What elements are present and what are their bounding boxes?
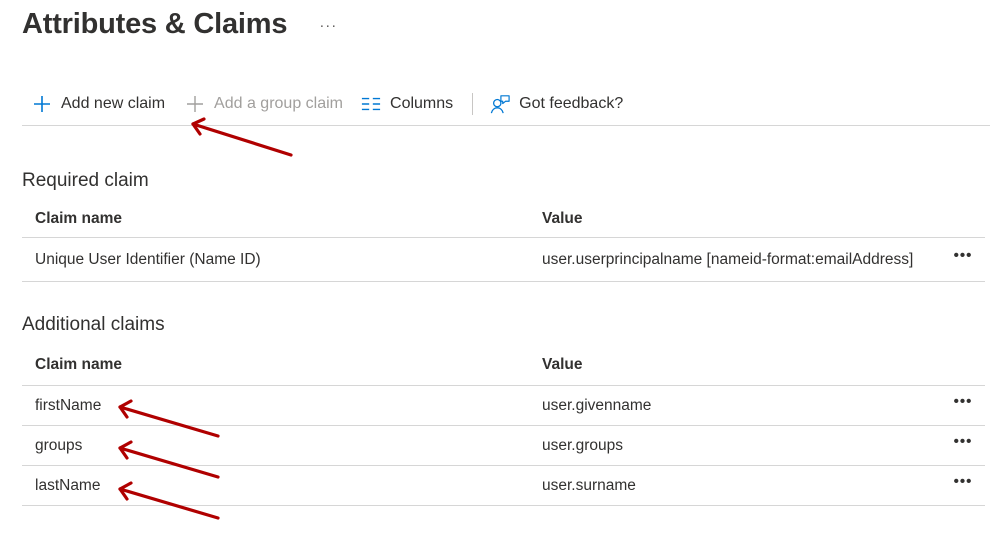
add-group-claim-button[interactable]: Add a group claim xyxy=(177,88,351,120)
claim-value-cell: user.userprincipalname [nameid-format:em… xyxy=(542,250,914,268)
row-more-options-icon[interactable]: ••• xyxy=(950,466,976,505)
column-header-claim-name[interactable]: Claim name xyxy=(35,200,122,237)
claim-value-cell: user.surname xyxy=(542,476,636,494)
row-more-options-icon[interactable]: ••• xyxy=(950,426,976,465)
column-header-value[interactable]: Value xyxy=(542,200,583,237)
table-row[interactable]: lastName user.surname ••• xyxy=(22,466,985,506)
additional-claims-heading: Additional claims xyxy=(22,314,165,335)
grid-header-row: Claim name Value xyxy=(22,345,985,386)
columns-icon xyxy=(361,94,381,114)
table-row[interactable]: groups user.groups ••• xyxy=(22,426,985,466)
grid-header-row: Claim name Value xyxy=(22,200,985,238)
table-row[interactable]: Unique User Identifier (Name ID) user.us… xyxy=(22,238,985,282)
feedback-icon xyxy=(490,94,510,114)
row-more-options-icon[interactable]: ••• xyxy=(950,238,976,281)
page-header: Attributes & Claims ··· xyxy=(22,8,337,41)
column-header-value[interactable]: Value xyxy=(542,345,583,385)
claim-value-cell: user.givenname xyxy=(542,396,652,414)
add-new-claim-label: Add new claim xyxy=(61,94,166,112)
got-feedback-button[interactable]: Got feedback? xyxy=(482,88,631,120)
claim-name-cell[interactable]: groups xyxy=(35,426,82,465)
column-header-claim-name[interactable]: Claim name xyxy=(35,345,122,385)
add-group-claim-label: Add a group claim xyxy=(214,94,344,112)
claim-name-cell[interactable]: firstName xyxy=(35,386,101,425)
plus-icon xyxy=(185,94,205,114)
command-bar: Add new claim Add a group claim Columns … xyxy=(22,82,990,126)
plus-icon xyxy=(32,94,52,114)
claim-name-cell[interactable]: lastName xyxy=(35,466,100,505)
table-row[interactable]: firstName user.givenname ••• xyxy=(22,386,985,426)
columns-button[interactable]: Columns xyxy=(353,88,461,120)
row-more-options-icon[interactable]: ••• xyxy=(950,386,976,425)
claim-name-cell[interactable]: Unique User Identifier (Name ID) xyxy=(35,238,261,281)
page-title: Attributes & Claims xyxy=(22,8,288,40)
columns-label: Columns xyxy=(390,94,454,112)
toolbar-divider xyxy=(472,92,474,115)
required-claim-grid: Claim name Value Unique User Identifier … xyxy=(22,200,985,282)
additional-claims-grid: Claim name Value firstName user.givennam… xyxy=(22,345,985,506)
more-options-icon[interactable]: ··· xyxy=(319,17,337,34)
required-claim-heading: Required claim xyxy=(22,170,149,191)
add-new-claim-button[interactable]: Add new claim xyxy=(22,88,173,120)
got-feedback-label: Got feedback? xyxy=(519,94,624,112)
claim-value-cell: user.groups xyxy=(542,436,623,454)
